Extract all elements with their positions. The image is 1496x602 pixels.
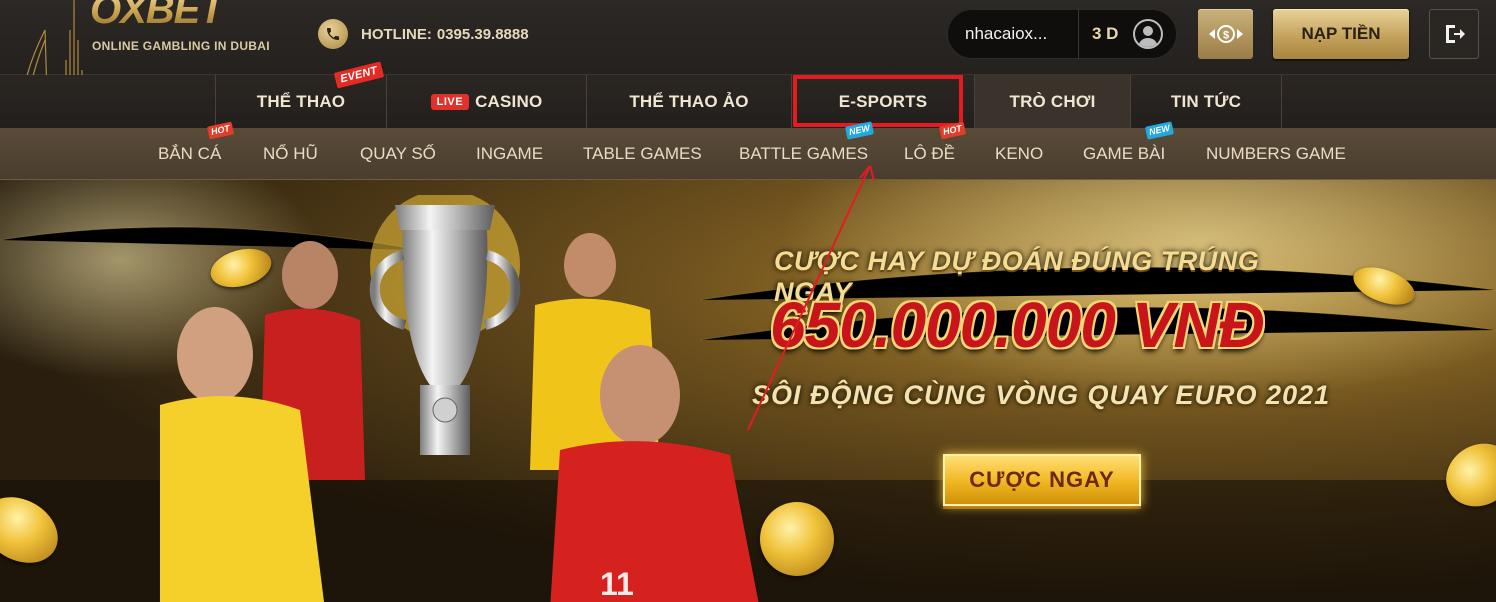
money-exchange-button[interactable]: $ [1198,9,1253,59]
logout-button[interactable] [1429,9,1479,59]
username: nhacaiox... [965,24,1048,43]
subnav-label: BATTLE GAMES [739,144,869,163]
coin-decoration [760,502,834,576]
user-account[interactable]: nhacaiox... 3 D [947,9,1177,59]
subnav-ingame[interactable]: INGAME [476,128,543,180]
subnav-game-bai[interactable]: GAME BÀI NEW [1083,121,1175,180]
bet-now-button[interactable]: CƯỢC NGAY [943,454,1141,506]
subnav-keno[interactable]: KENO [995,128,1043,180]
nav-label: TIN TỨC [1170,91,1242,111]
nav-the-thao[interactable]: THỂ THAO EVENT [215,61,386,128]
nav-e-sports[interactable]: E-SPORTS [791,75,974,128]
live-badge: LIVE [430,93,470,110]
subnav-battle-games[interactable]: BATTLE GAMES NEW [739,121,875,180]
subnav-label: QUAY SỐ [360,144,436,163]
nav-label: CASINO [475,91,543,111]
subnav-quay-so[interactable]: QUAY SỐ [360,128,436,180]
brand-logo[interactable]: OXBET ONLINE GAMBLING IN DUBAI [90,0,290,60]
subnav-label: BẮN CÁ [158,144,222,163]
nav-the-thao-ao[interactable]: THỂ THAO ẢO [586,75,791,128]
nav-tro-choi[interactable]: TRÒ CHƠI [974,75,1130,128]
subnav-label: KENO [995,144,1044,163]
sub-navigation: BẮN CÁ HOT NỔ HŨ QUAY SỐ INGAME TABLE GA… [0,121,1496,180]
nav-label: THỂ THAO [256,91,346,111]
subnav-numbers-game[interactable]: NUMBERS GAME [1206,128,1346,180]
hotline-number: 0395.39.8888 [436,25,529,43]
promo-banner[interactable]: 11 CƯỢC HAY DỰ ĐOÁN ĐÚNG TRÚNG NGAY 650.… [0,180,1496,602]
subnav-label: NUMBERS GAME [1206,144,1346,163]
logo-text: OXBET [90,0,224,32]
promo-prize: 650.000.000 VNĐ [770,289,1265,361]
hotline-label: HOTLINE: [361,25,432,43]
money-transfer-icon: $ [1208,25,1243,43]
subnav-label: LÔ ĐỀ [904,144,956,163]
hotline[interactable]: HOTLINE: 0395.39.8888 [318,19,529,49]
avatar-icon[interactable] [1133,19,1163,49]
nav-label: THỂ THAO ẢO [629,91,749,111]
subnav-label: INGAME [476,144,544,163]
nav-label: TRÒ CHƠI [1009,91,1096,111]
nav-label: E-SPORTS [838,91,928,111]
top-header: OXBET ONLINE GAMBLING IN DUBAI HOTLINE: … [0,0,1496,75]
phone-icon [318,19,348,49]
subnav-no-hu[interactable]: NỔ HŨ [263,128,318,180]
deposit-button[interactable]: NẠP TIỀN [1273,9,1409,59]
subnav-table-games[interactable]: TABLE GAMES [583,128,702,180]
balance: 3 D [1092,24,1119,43]
svg-text:11: 11 [600,566,634,602]
subnav-label: GAME BÀI [1083,144,1166,163]
subnav-label: NỔ HŨ [263,144,318,163]
subnav-ban-ca[interactable]: BẮN CÁ HOT [158,121,235,180]
main-navigation: THỂ THAO EVENT LIVE CASINO THỂ THAO ẢO E… [0,61,1496,128]
promo-subheadline: SÔI ĐỘNG CÙNG VÒNG QUAY EURO 2021 [752,380,1331,410]
logo-tagline: ONLINE GAMBLING IN DUBAI [92,39,270,53]
nav-casino[interactable]: LIVE CASINO [386,75,586,128]
subnav-label: TABLE GAMES [583,144,702,163]
logout-icon [1446,25,1465,43]
nav-tin-tuc[interactable]: TIN TỨC [1130,75,1282,128]
subnav-lo-de[interactable]: LÔ ĐỀ HOT [904,121,967,180]
svg-text:$: $ [1222,30,1228,42]
